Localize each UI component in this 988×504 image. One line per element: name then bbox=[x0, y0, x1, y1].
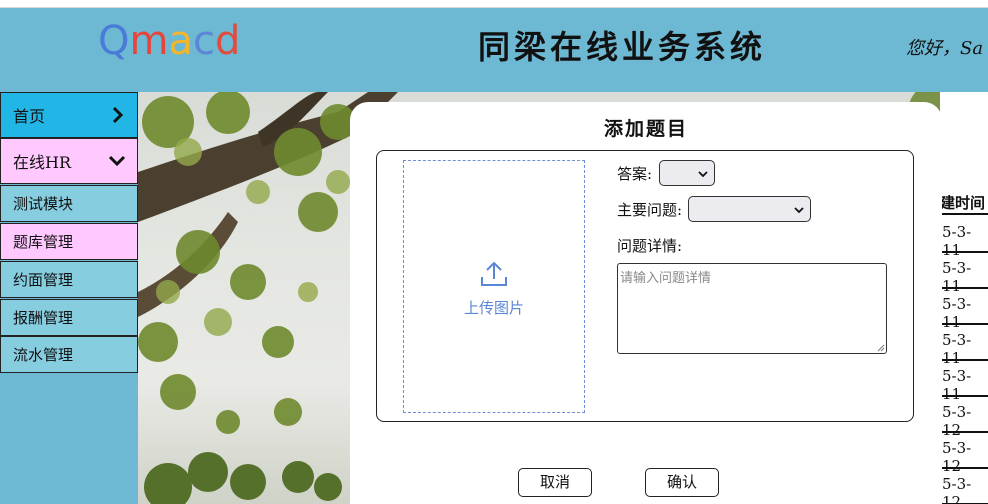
sidebar-item-label: 在线HR bbox=[13, 153, 72, 172]
image-upload-area[interactable]: 上传图片 bbox=[403, 160, 585, 413]
sidebar-item-label: 首页 bbox=[13, 107, 46, 126]
sidebar-item-online-hr[interactable]: 在线HR bbox=[0, 138, 138, 184]
chevron-right-icon bbox=[112, 106, 124, 124]
site-title: 同梁在线业务系统 bbox=[478, 28, 767, 66]
chevron-down-icon bbox=[108, 155, 126, 167]
sidebar-item-interview[interactable]: 约面管理 bbox=[0, 261, 138, 298]
logo: Qmacd bbox=[98, 18, 241, 64]
sidebar: 首页 在线HR 测试模块 题库管理 约面管理 报酬管理 流水管理 bbox=[0, 92, 138, 504]
table-cell: 5-3-11 bbox=[942, 325, 988, 367]
question-table-peek: 建时间 5-3-11 5-3-11 5-3-11 5-3-11 5-3-11 5… bbox=[940, 92, 988, 504]
confirm-button[interactable]: 确认 bbox=[645, 468, 719, 497]
table-cell: 5-3-12 bbox=[942, 433, 988, 475]
chevron-down-icon bbox=[794, 207, 804, 214]
detail-label: 问题详情: bbox=[617, 237, 683, 255]
table-header-created-time: 建时间 bbox=[940, 192, 988, 215]
upload-icon bbox=[481, 261, 507, 286]
answer-label: 答案: bbox=[617, 165, 653, 183]
table-cell: 5-3-12 bbox=[942, 469, 988, 504]
resize-handle-icon[interactable] bbox=[877, 344, 885, 352]
table-cell: 5-3-11 bbox=[942, 289, 988, 331]
cancel-button[interactable]: 取消 bbox=[518, 468, 592, 497]
greeting-text: 您好，Sa bbox=[906, 38, 984, 59]
table-cell: 5-3-11 bbox=[942, 217, 988, 259]
sidebar-item-flow[interactable]: 流水管理 bbox=[0, 336, 138, 373]
table-cell: 5-3-11 bbox=[942, 253, 988, 295]
chevron-down-icon bbox=[698, 171, 708, 178]
answer-select[interactable] bbox=[659, 160, 715, 186]
upload-label: 上传图片 bbox=[463, 299, 524, 317]
textarea-placeholder: 请输入问题详情 bbox=[620, 271, 712, 286]
table-cell: 5-3-12 bbox=[942, 397, 988, 439]
sidebar-item-label: 报酬管理 bbox=[13, 309, 74, 327]
sidebar-item-label: 流水管理 bbox=[13, 346, 74, 364]
top-strip bbox=[0, 0, 988, 8]
main-question-select[interactable] bbox=[688, 196, 811, 222]
sidebar-item-question-bank[interactable]: 题库管理 bbox=[0, 223, 138, 260]
sidebar-item-label: 测试模块 bbox=[13, 195, 74, 213]
sidebar-item-label: 约面管理 bbox=[13, 271, 74, 289]
question-detail-textarea[interactable]: 请输入问题详情 bbox=[617, 263, 887, 354]
sidebar-item-label: 题库管理 bbox=[13, 233, 74, 251]
sidebar-item-reward[interactable]: 报酬管理 bbox=[0, 299, 138, 336]
sidebar-item-test-module[interactable]: 测试模块 bbox=[0, 185, 138, 222]
modal-title: 添加题目 bbox=[603, 118, 688, 140]
main-question-label: 主要问题: bbox=[617, 201, 683, 219]
table-cell: 5-3-11 bbox=[942, 361, 988, 403]
sidebar-item-home[interactable]: 首页 bbox=[0, 92, 138, 138]
modal-form-box: 上传图片 答案: 主要问题: 问题详情: 请输入问题详情 bbox=[376, 150, 914, 422]
header-bar: Qmacd 同梁在线业务系统 您好，Sa bbox=[0, 8, 988, 92]
add-question-modal: 添加题目 上传图片 答案: 主要问题: 问题详情: 请输入问题详情 取消 确认 bbox=[350, 102, 942, 504]
